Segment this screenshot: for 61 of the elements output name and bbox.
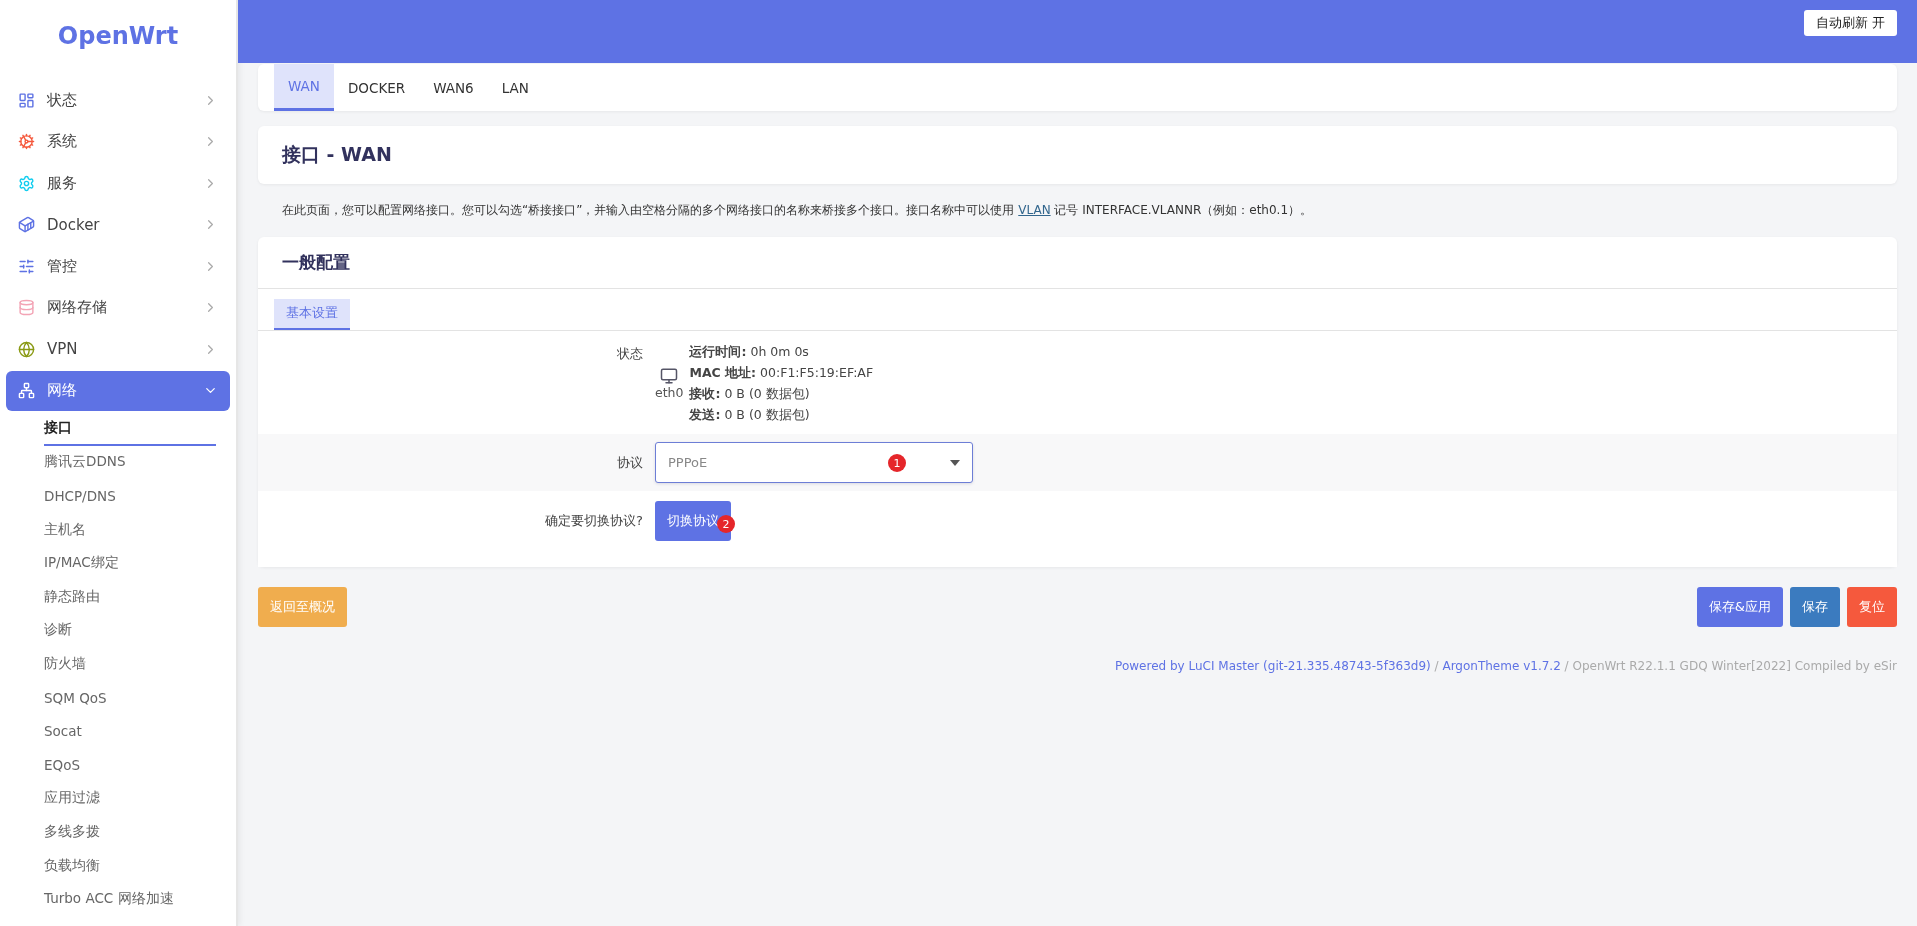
submenu-item[interactable]: 防火墙 — [44, 647, 86, 680]
container-icon — [18, 216, 35, 233]
sidebar-item[interactable]: VPN — [6, 329, 230, 369]
globe-icon — [18, 340, 35, 358]
sidebar-item[interactable]: 状态 — [6, 80, 230, 120]
section-title: 一般配置 — [258, 237, 1897, 289]
sidebar-item[interactable]: Docker — [6, 204, 230, 245]
tab[interactable]: LAN — [487, 64, 543, 111]
tab[interactable]: WAN6 — [419, 64, 488, 111]
submenu-item[interactable]: 腾讯云DDNS — [44, 446, 126, 479]
gear-icon — [18, 133, 35, 150]
device-name: eth0 — [655, 385, 684, 400]
tab[interactable]: DOCKER — [333, 64, 420, 111]
field-label: 确定要切换协议? — [545, 512, 643, 530]
submenu-item[interactable]: IP/MAC绑定 — [44, 547, 119, 580]
sidebar-item[interactable]: 系统 — [6, 121, 230, 162]
page-title: 接口 - WAN — [258, 126, 1897, 184]
number-badge: 1 — [888, 454, 906, 472]
action-button[interactable]: 保存&应用 — [1696, 587, 1783, 627]
vlan-link[interactable]: VLAN — [1018, 203, 1051, 217]
submenu-item[interactable]: SQM QoS — [44, 682, 107, 713]
submenu-item[interactable]: Socat — [44, 716, 82, 747]
submenu-item[interactable]: 多线多拨 — [44, 815, 100, 848]
status-line: 发送: 0 B (0 数据包) — [689, 406, 811, 424]
description: 在此页面，您可以配置网络接口。您可以勾选“桥接接口”，并输入由空格分隔的多个网络接口的名称来桥接多个接口。接口名称中可以使用 VLAN 记号 INTERFACE.VLANNR（例如：eth0.1）。 — [281, 202, 1314, 219]
database-icon — [18, 299, 35, 316]
submenu-item[interactable]: DHCP/DNS — [44, 481, 116, 511]
submenu-item[interactable]: 应用过滤 — [44, 782, 100, 815]
field-label: 协议 — [617, 453, 643, 472]
status-line: MAC 地址: 00:F1:F5:19:EF:AF — [689, 364, 874, 382]
submenu-item[interactable]: 接口 — [44, 411, 216, 446]
submenu-item[interactable]: 主机名 — [44, 513, 86, 546]
network-icon — [18, 382, 35, 399]
caret-icon — [950, 459, 960, 466]
sidebar-item[interactable]: 网络 — [6, 370, 230, 411]
submenu-item[interactable]: 诊断 — [44, 614, 72, 647]
action-button[interactable]: 保存 — [1790, 587, 1840, 627]
action-button[interactable]: 复位 — [1847, 587, 1897, 627]
submenu-item[interactable]: 负载均衡 — [44, 849, 100, 882]
build-info: / OpenWrt R22.1.1 GDQ Winter[2022] Compiled by eSir — [1563, 659, 1897, 673]
number-badge: 2 — [717, 515, 735, 533]
submenu-item[interactable]: EQoS — [44, 749, 80, 780]
sidebar-item[interactable]: 网络存储 — [6, 287, 230, 328]
submenu-item[interactable]: 静态路由 — [44, 580, 100, 613]
auto-refresh-button[interactable]: 自动刷新 开 — [1803, 10, 1897, 36]
sidebar-item[interactable]: 服务 — [6, 163, 230, 203]
field-label: 状态 — [617, 345, 643, 363]
luci-link[interactable]: Powered by LuCI Master (git-21.335.48743-5f363d9) — [1115, 659, 1431, 673]
submenu-item[interactable]: Turbo ACC 网络加速 — [44, 883, 174, 916]
dashboard-icon — [18, 91, 35, 109]
subtab[interactable]: 基本设置 — [274, 299, 350, 330]
sidebar-item[interactable]: 管控 — [6, 246, 230, 286]
tab[interactable]: WAN — [274, 64, 334, 111]
protocol-select[interactable]: PPPoE 1 — [655, 442, 973, 483]
separator: / — [1433, 659, 1440, 673]
monitor-icon — [660, 367, 679, 385]
status-line: 接收: 0 B (0 数据包) — [689, 385, 811, 403]
sliders-icon — [18, 257, 35, 275]
theme-link[interactable]: ArgonTheme v1.7.2 — [1442, 659, 1561, 673]
openwrt-logo: OpenWrt — [56, 21, 180, 52]
status-line: 运行时间: 0h 0m 0s — [689, 343, 810, 361]
